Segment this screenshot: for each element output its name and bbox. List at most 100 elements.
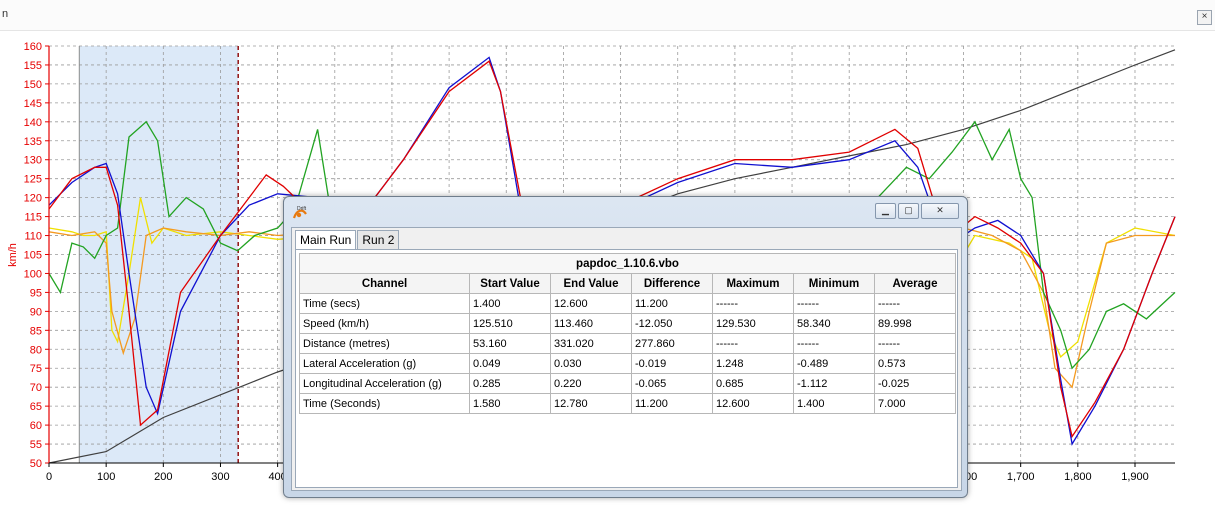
bottom-strip xyxy=(0,510,1215,519)
y-axis-label: km/h xyxy=(7,243,19,267)
column-header: Difference xyxy=(631,273,713,294)
y-tick-label: 120 xyxy=(24,193,42,205)
table-cell: 12.780 xyxy=(550,393,632,414)
table-cell: ------ xyxy=(874,333,956,354)
table-cell: -0.489 xyxy=(793,353,875,374)
y-tick-label: 85 xyxy=(30,325,42,337)
y-tick-label: 100 xyxy=(24,268,42,280)
table-row: Time (Seconds) 1.580 12.780 11.200 12.600 1.4… xyxy=(299,393,956,414)
column-header: Maximum xyxy=(712,273,794,294)
table-cell: 0.285 xyxy=(469,373,551,394)
x-tick-label: 200 xyxy=(154,471,172,483)
table-cell: 58.340 xyxy=(793,313,875,334)
y-tick-label: 55 xyxy=(30,439,42,451)
table-cell: 1.580 xyxy=(469,393,551,414)
y-tick-label: 135 xyxy=(24,136,42,148)
x-tick-label: 1,700 xyxy=(1007,471,1035,483)
x-tick-label: 1,900 xyxy=(1121,471,1149,483)
y-tick-label: 90 xyxy=(30,306,42,318)
x-tick-label: 300 xyxy=(211,471,229,483)
y-tick-label: 140 xyxy=(24,117,42,129)
maximize-button[interactable]: ▢ xyxy=(898,203,919,219)
y-tick-label: 105 xyxy=(24,250,42,262)
table-row: Lateral Acceleration (g) 0.049 0.030 -0.019… xyxy=(299,353,956,374)
y-tick-label: 50 xyxy=(30,458,42,470)
table-cell: Time (secs) xyxy=(299,293,470,314)
table-cell: 11.200 xyxy=(631,393,713,414)
table-cell: Lateral Acceleration (g) xyxy=(299,353,470,374)
x-tick-label: 0 xyxy=(46,471,52,483)
table-cell: Longitudinal Acceleration (g) xyxy=(299,373,470,394)
table-cell: 7.000 xyxy=(874,393,956,414)
statistics-table: papdoc_1.10.6.vbo Channel Start Value End … xyxy=(299,253,956,414)
table-cell: Time (Seconds) xyxy=(299,393,470,414)
y-tick-label: 80 xyxy=(30,344,42,356)
table-cell: 53.160 xyxy=(469,333,551,354)
y-tick-label: 60 xyxy=(30,420,42,432)
table-cell: 0.049 xyxy=(469,353,551,374)
table-cell: -0.025 xyxy=(874,373,956,394)
tab-panel: papdoc_1.10.6.vbo Channel Start Value End … xyxy=(295,249,958,488)
x-tick-label: 1,800 xyxy=(1064,471,1092,483)
y-tick-label: 150 xyxy=(24,79,42,91)
dialog-body: Main Run Run 2 papdoc_1.10.6.vbo Channel… xyxy=(291,227,962,491)
y-tick-label: 70 xyxy=(30,382,42,394)
y-tick-label: 160 xyxy=(24,41,42,53)
header-row: Channel Start Value End Value Difference Max… xyxy=(299,273,956,294)
table-cell: 1.400 xyxy=(469,293,551,314)
tab-run-2[interactable]: Run 2 xyxy=(357,230,400,249)
table-cell: 113.460 xyxy=(550,313,632,334)
table-cell: 0.685 xyxy=(712,373,794,394)
table-cell: -12.050 xyxy=(631,313,713,334)
x-tick-label: 100 xyxy=(97,471,115,483)
table-cell: ------ xyxy=(793,293,875,314)
table-cell: 0.573 xyxy=(874,353,956,374)
table-cell: -1.112 xyxy=(793,373,875,394)
table-cell: 0.220 xyxy=(550,373,632,394)
table-cell: ------ xyxy=(793,333,875,354)
close-button[interactable]: ✕ xyxy=(921,203,959,219)
statistics-dialog[interactable]: Drift ▁ ▢ ✕ Main Run Run 2 papdoc_1.10.6… xyxy=(283,196,968,498)
y-tick-label: 95 xyxy=(30,287,42,299)
table-row: Longitudinal Acceleration (g) 0.285 0.220 -… xyxy=(299,373,956,394)
table-cell: 11.200 xyxy=(631,293,713,314)
table-cell: 1.400 xyxy=(793,393,875,414)
column-header: Start Value xyxy=(469,273,551,294)
y-tick-label: 65 xyxy=(30,401,42,413)
table-row: Speed (km/h) 125.510 113.460 -12.050 129.530… xyxy=(299,313,956,334)
table-cell: ------ xyxy=(712,293,794,314)
y-tick-label: 115 xyxy=(24,212,42,224)
table-cell: 12.600 xyxy=(712,393,794,414)
table-cell: Speed (km/h) xyxy=(299,313,470,334)
column-header: End Value xyxy=(550,273,632,294)
column-header: Channel xyxy=(299,273,470,294)
table-cell: ------ xyxy=(874,293,956,314)
table-cell: 12.600 xyxy=(550,293,632,314)
table-cell: 277.860 xyxy=(631,333,713,354)
y-tick-label: 155 xyxy=(24,60,42,72)
y-tick-label: 125 xyxy=(24,174,42,186)
table-cell: 125.510 xyxy=(469,313,551,334)
y-tick-label: 75 xyxy=(30,363,42,375)
y-tick-label: 110 xyxy=(24,231,42,243)
y-tick-label: 130 xyxy=(24,155,42,167)
table-row: Distance (metres) 53.160 331.020 277.860 ---… xyxy=(299,333,956,354)
y-tick-label: 145 xyxy=(24,98,42,110)
tab-main-run[interactable]: Main Run xyxy=(295,230,357,250)
table-cell: 0.030 xyxy=(550,353,632,374)
tab-strip: Main Run Run 2 xyxy=(295,230,400,250)
drift-logo-icon: Drift xyxy=(292,206,307,219)
table-cell: 1.248 xyxy=(712,353,794,374)
table-cell: Distance (metres) xyxy=(299,333,470,354)
file-title: papdoc_1.10.6.vbo xyxy=(299,253,956,274)
table-cell: -0.019 xyxy=(631,353,713,374)
table-cell: 331.020 xyxy=(550,333,632,354)
column-header: Minimum xyxy=(793,273,875,294)
column-header: Average xyxy=(874,273,956,294)
table-row: Time (secs) 1.400 12.600 11.200 ------ ------… xyxy=(299,293,956,314)
table-cell: 129.530 xyxy=(712,313,794,334)
logo-text: Drift xyxy=(297,206,307,212)
table-cell: 89.998 xyxy=(874,313,956,334)
minimize-button[interactable]: ▁ xyxy=(875,203,896,219)
table-cell: ------ xyxy=(712,333,794,354)
